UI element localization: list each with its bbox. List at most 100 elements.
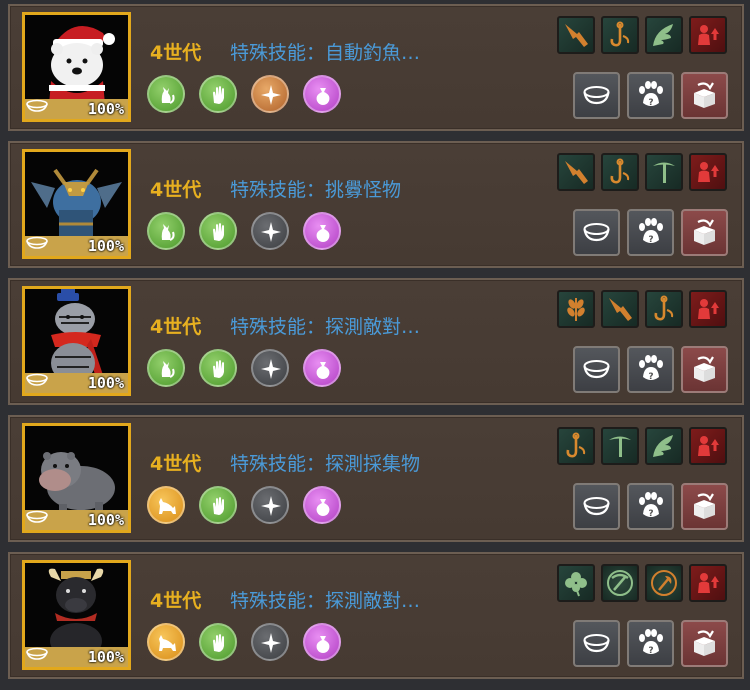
person-up-skill-icon[interactable] [689, 427, 727, 465]
svg-text:?: ? [648, 646, 653, 656]
release-button[interactable] [681, 483, 728, 530]
paw-icon: ? [639, 629, 663, 656]
growth-bar: 100% [25, 99, 128, 119]
feed-bowl-icon [583, 223, 610, 242]
pickaxe-skill-icon[interactable] [645, 153, 683, 191]
growth-bar: 100% [25, 236, 128, 256]
cat-trait-icon[interactable] [147, 623, 185, 661]
rifle-skill-icon[interactable] [557, 16, 595, 54]
pouch-trait-icon[interactable] [303, 623, 341, 661]
growth-bar: 100% [25, 373, 128, 393]
fishhook-skill-icon[interactable] [557, 427, 595, 465]
pet-special-skill: 特殊技能：探測敵對… [230, 590, 421, 612]
pet-card[interactable]: 100% 4世代 特殊技能：探測敵對… ? [8, 278, 744, 405]
axe-round-skill-icon[interactable] [645, 564, 683, 602]
pet-special-skill: 特殊技能：探測採集物 [230, 453, 421, 475]
pet-special-skill: 特殊技能：自動釣魚… [230, 42, 421, 64]
wing-skill-icon[interactable] [645, 16, 683, 54]
feed-button[interactable] [573, 209, 620, 256]
svg-text:?: ? [648, 98, 653, 108]
pet-portrait[interactable]: 100% [22, 149, 131, 259]
bowl-icon [26, 647, 48, 660]
release-box-icon [694, 493, 715, 519]
pet-special-skill: 特殊技能：挑釁怪物 [230, 179, 402, 201]
compass-trait-icon[interactable] [251, 623, 289, 661]
bowl-icon [26, 373, 48, 386]
pet-info-button[interactable]: ? [627, 209, 674, 256]
svg-text:?: ? [648, 235, 653, 245]
svg-text:?: ? [648, 372, 653, 382]
pet-portrait[interactable]: 100% [22, 12, 131, 122]
feed-bowl-icon [583, 497, 610, 516]
pet-generation: 4世代 [150, 179, 202, 201]
pouch-trait-icon[interactable] [303, 349, 341, 387]
svg-text:?: ? [648, 509, 653, 519]
feed-bowl-icon [583, 634, 610, 653]
hand-trait-icon[interactable] [199, 212, 237, 250]
person-up-skill-icon[interactable] [689, 564, 727, 602]
pouch-trait-icon[interactable] [303, 75, 341, 113]
release-button[interactable] [681, 72, 728, 119]
feed-button[interactable] [573, 72, 620, 119]
pet-portrait[interactable]: 100% [22, 286, 131, 396]
wing-skill-icon[interactable] [645, 427, 683, 465]
release-box-icon [694, 630, 715, 656]
rifle-skill-icon[interactable] [601, 290, 639, 328]
feed-button[interactable] [573, 346, 620, 393]
pet-info-button[interactable]: ? [627, 346, 674, 393]
pickaxe-round-skill-icon[interactable] [601, 564, 639, 602]
pouch-trait-icon[interactable] [303, 486, 341, 524]
pet-portrait[interactable]: 100% [22, 423, 131, 533]
release-button[interactable] [681, 620, 728, 667]
pet-list: 100% 4世代 特殊技能：自動釣魚… ? 100% 4世代 特殊技能：挑釁怪物… [0, 0, 750, 690]
compass-trait-icon[interactable] [251, 75, 289, 113]
release-box-icon [694, 356, 715, 382]
paw-icon: ? [639, 355, 663, 382]
hand-trait-icon[interactable] [199, 349, 237, 387]
person-up-skill-icon[interactable] [689, 153, 727, 191]
pet-info-button[interactable]: ? [627, 483, 674, 530]
hand-trait-icon[interactable] [199, 623, 237, 661]
pet-special-skill: 特殊技能：探測敵對… [230, 316, 421, 338]
pet-info-button[interactable]: ? [627, 620, 674, 667]
growth-percent: 100% [87, 374, 124, 392]
growth-bar: 100% [25, 510, 128, 530]
person-up-skill-icon[interactable] [689, 16, 727, 54]
pet-card[interactable]: 100% 4世代 特殊技能：自動釣魚… ? [8, 4, 744, 131]
release-button[interactable] [681, 209, 728, 256]
compass-trait-icon[interactable] [251, 212, 289, 250]
wheat-skill-icon[interactable] [557, 290, 595, 328]
bowl-icon [26, 510, 48, 523]
clover-skill-icon[interactable] [557, 564, 595, 602]
feed-button[interactable] [573, 620, 620, 667]
release-button[interactable] [681, 346, 728, 393]
fishhook-skill-icon[interactable] [601, 153, 639, 191]
pet-info-button[interactable]: ? [627, 72, 674, 119]
hand-trait-icon[interactable] [199, 486, 237, 524]
pet-generation: 4世代 [150, 590, 202, 612]
fishhook-skill-icon[interactable] [645, 290, 683, 328]
pet-card[interactable]: 100% 4世代 特殊技能：探測採集物 ? [8, 415, 744, 542]
pet-card[interactable]: 100% 4世代 特殊技能：挑釁怪物 ? [8, 141, 744, 268]
hand-trait-icon[interactable] [199, 75, 237, 113]
pickaxe-skill-icon[interactable] [601, 427, 639, 465]
compass-trait-icon[interactable] [251, 486, 289, 524]
pet-generation: 4世代 [150, 453, 202, 475]
person-up-skill-icon[interactable] [689, 290, 727, 328]
bowl-icon [26, 236, 48, 249]
rifle-skill-icon[interactable] [557, 153, 595, 191]
cat-trait-icon[interactable] [147, 212, 185, 250]
compass-trait-icon[interactable] [251, 349, 289, 387]
growth-bar: 100% [25, 647, 128, 667]
cat-trait-icon[interactable] [147, 75, 185, 113]
feed-button[interactable] [573, 483, 620, 530]
pet-card[interactable]: 100% 4世代 特殊技能：探測敵對… ? [8, 552, 744, 679]
fishhook-skill-icon[interactable] [601, 16, 639, 54]
cat-trait-icon[interactable] [147, 349, 185, 387]
release-box-icon [694, 219, 715, 245]
growth-percent: 100% [87, 237, 124, 255]
paw-icon: ? [639, 492, 663, 519]
pet-portrait[interactable]: 100% [22, 560, 131, 670]
pouch-trait-icon[interactable] [303, 212, 341, 250]
cat-trait-icon[interactable] [147, 486, 185, 524]
